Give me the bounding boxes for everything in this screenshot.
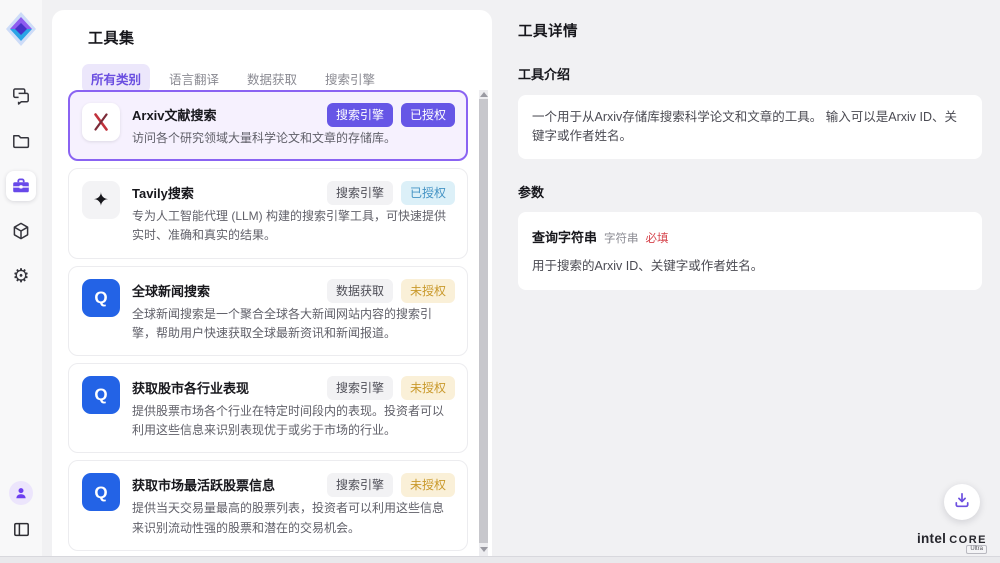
category-badge: 搜索引擎 (327, 473, 393, 497)
tab-data-acquisition[interactable]: 数据获取 (238, 64, 306, 93)
auth-status-badge: 未授权 (401, 376, 455, 400)
cube-icon (11, 221, 31, 241)
left-rail: ⚙ (0, 0, 42, 556)
category-badge: 数据获取 (327, 279, 393, 303)
auth-status-badge: 未授权 (401, 473, 455, 497)
tool-badges: 搜索引擎 未授权 (327, 473, 455, 497)
param-required-flag: 必填 (646, 230, 669, 246)
q-search-icon: Q (82, 473, 120, 511)
tool-card-global-news[interactable]: Q 全球新闻搜索 全球新闻搜索是一个聚合全球各大新闻网站内容的搜索引擎，帮助用户… (68, 266, 468, 356)
star-icon: ✦ (82, 181, 120, 219)
settings-gear-icon: ⚙ (12, 267, 29, 286)
sidebar-item-files[interactable] (6, 126, 36, 156)
download-button[interactable] (944, 484, 980, 520)
intro-heading: 工具介绍 (518, 64, 982, 83)
ultra-badge: Ultra (966, 545, 987, 554)
tool-description: 全球新闻搜索是一个聚合全球各大新闻网站内容的搜索引擎，帮助用户快速获取全球最新资… (132, 305, 452, 343)
list-scrollbar[interactable] (479, 90, 488, 556)
tab-all-categories[interactable]: 所有类别 (82, 64, 150, 93)
param-type: 字符串 (604, 230, 639, 246)
sidebar-item-toolbox[interactable] (6, 171, 36, 201)
scrollbar-thumb[interactable] (479, 99, 488, 543)
scrollbar-down-arrow[interactable] (480, 547, 488, 552)
intel-wordmark: intel (917, 531, 946, 546)
details-title: 工具详情 (518, 20, 982, 41)
tool-card-sector-performance[interactable]: Q 获取股市各行业表现 提供股票市场各个行业在特定时间段内的表现。投资者可以利用… (68, 363, 468, 453)
tool-description: 访问各个研究领域大量科学论文和文章的存储库。 (132, 129, 396, 148)
param-name: 查询字符串 (532, 227, 597, 246)
folder-icon (11, 131, 31, 151)
param-item: 查询字符串 字符串 必填 用于搜索的Arxiv ID、关键字或作者姓名。 (518, 212, 982, 290)
arxiv-icon (82, 103, 120, 141)
tool-description: 专为人工智能代理 (LLM) 构建的搜索引擎工具，可快速提供实时、准确和真实的结… (132, 207, 452, 245)
intel-core-logo: intel core Ultra (917, 531, 987, 546)
chat-icon (11, 86, 31, 106)
tool-list: Arxiv文献搜索 访问各个研究领域大量科学论文和文章的存储库。 搜索引擎 已授… (68, 90, 468, 556)
intro-text: 一个用于从Arxiv存储库搜索科学论文和文章的工具。 输入可以是Arxiv ID… (518, 95, 982, 159)
tool-description: 提供当天交易量最高的股票列表，投资者可以利用这些信息来识别流动性强的股票和潜在的… (132, 499, 452, 537)
auth-status-badge: 已授权 (401, 181, 455, 205)
tool-details-panel: 工具详情 工具介绍 一个用于从Arxiv存储库搜索科学论文和文章的工具。 输入可… (500, 0, 1000, 556)
tool-badges: 搜索引擎 已授权 (327, 181, 455, 205)
q-search-icon: Q (82, 376, 120, 414)
tab-search-engine[interactable]: 搜索引擎 (316, 64, 384, 93)
tool-description: 提供股票市场各个行业在特定时间段内的表现。投资者可以利用这些信息来识别表现优于或… (132, 402, 452, 440)
category-tabs: 所有类别 语言翻译 数据获取 搜索引擎 (82, 64, 492, 93)
category-badge: 搜索引擎 (327, 376, 393, 400)
category-badge: 搜索引擎 (327, 181, 393, 205)
tab-language-translation[interactable]: 语言翻译 (160, 64, 228, 93)
auth-status-badge: 已授权 (401, 103, 455, 127)
rail-bottom (6, 481, 36, 544)
param-description: 用于搜索的Arxiv ID、关键字或作者姓名。 (532, 255, 968, 274)
tool-badges: 搜索引擎 已授权 (327, 103, 455, 127)
tool-badges: 搜索引擎 未授权 (327, 376, 455, 400)
toolbox-icon (11, 176, 31, 196)
window-bottom-edge (0, 556, 1000, 563)
sidebar-item-settings[interactable]: ⚙ (6, 261, 36, 291)
tool-card-tavily[interactable]: ✦ Tavily搜索 专为人工智能代理 (LLM) 构建的搜索引擎工具，可快速提… (68, 168, 468, 258)
panel-toggle-button[interactable] (6, 514, 36, 544)
q-search-icon: Q (82, 279, 120, 317)
sidebar-item-models[interactable] (6, 216, 36, 246)
user-avatar[interactable] (9, 481, 33, 505)
sidebar-item-chat[interactable] (6, 81, 36, 111)
toolset-title: 工具集 (52, 10, 492, 48)
download-icon (953, 491, 971, 514)
category-badge: 搜索引擎 (327, 103, 393, 127)
scrollbar-up-arrow[interactable] (480, 92, 488, 97)
tool-badges: 数据获取 未授权 (327, 279, 455, 303)
rail-nav: ⚙ (6, 81, 36, 291)
app-logo (5, 11, 37, 47)
tool-card-active-stocks[interactable]: Q 获取市场最活跃股票信息 提供当天交易量最高的股票列表，投资者可以利用这些信息… (68, 460, 468, 550)
params-heading: 参数 (518, 182, 982, 201)
panel-toggle-icon (12, 520, 31, 539)
auth-status-badge: 未授权 (401, 279, 455, 303)
tool-card-arxiv[interactable]: Arxiv文献搜索 访问各个研究领域大量科学论文和文章的存储库。 搜索引擎 已授… (68, 90, 468, 161)
toolset-panel: 工具集 所有类别 语言翻译 数据获取 搜索引擎 Arxiv文献搜索 访问各个研究… (52, 10, 492, 556)
